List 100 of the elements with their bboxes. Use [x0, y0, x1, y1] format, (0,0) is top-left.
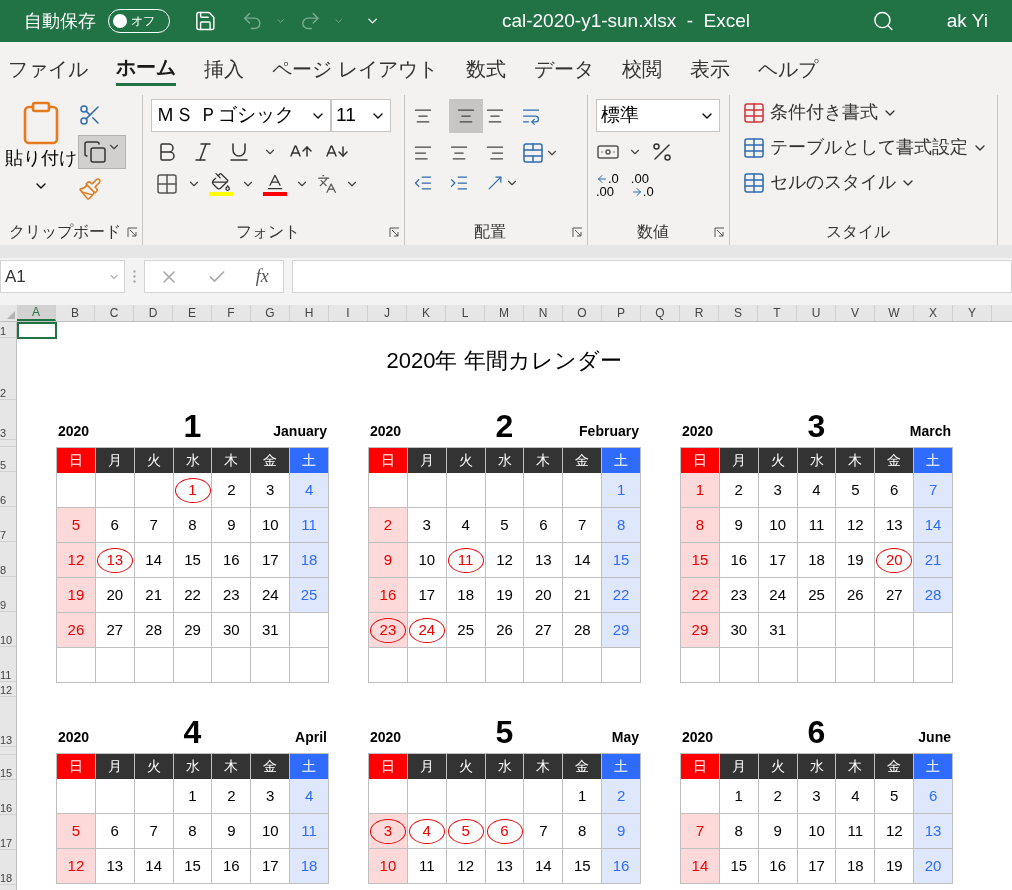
column-header[interactable]: G: [251, 305, 290, 321]
row-header[interactable]: 2: [0, 388, 7, 399]
row-header[interactable]: 13: [0, 735, 13, 746]
column-header[interactable]: U: [797, 305, 836, 321]
column-header[interactable]: L: [446, 305, 485, 321]
row-header[interactable]: 10: [0, 635, 13, 646]
column-header[interactable]: Y: [953, 305, 992, 321]
column-header[interactable]: H: [290, 305, 329, 321]
row-header[interactable]: 1: [0, 326, 7, 337]
column-header[interactable]: K: [407, 305, 446, 321]
merge-cells-icon[interactable]: [521, 141, 545, 165]
ribbon-tab[interactable]: ホーム: [116, 51, 176, 86]
row-header[interactable]: 8: [0, 565, 7, 576]
weekday-header: 日: [57, 754, 96, 779]
dialog-launcher-icon[interactable]: [389, 227, 400, 238]
column-header[interactable]: P: [602, 305, 641, 321]
column-header[interactable]: F: [212, 305, 251, 321]
weekday-header: 金: [251, 754, 291, 779]
row-header[interactable]: 16: [0, 803, 13, 814]
insert-function-button[interactable]: fx: [255, 263, 269, 290]
weekday-header: 日: [369, 448, 408, 473]
weekday-header: 木: [836, 448, 876, 473]
percent-icon[interactable]: [650, 140, 674, 164]
column-header[interactable]: N: [524, 305, 563, 321]
column-header[interactable]: C: [95, 305, 134, 321]
day-number: 14: [144, 855, 163, 876]
column-header[interactable]: S: [719, 305, 758, 321]
column-header[interactable]: M: [485, 305, 524, 321]
ribbon-tab[interactable]: 数式: [465, 51, 506, 86]
day-number: 21: [572, 584, 592, 605]
underline-icon[interactable]: [227, 140, 251, 164]
copy-icon[interactable]: [83, 140, 107, 164]
dialog-launcher-icon[interactable]: [714, 227, 725, 238]
column-header[interactable]: I: [329, 305, 368, 321]
weekday-header: 日: [369, 754, 408, 779]
name-box[interactable]: A1: [0, 260, 125, 293]
dialog-launcher-icon[interactable]: [572, 227, 583, 238]
phonetic-guide-icon[interactable]: [317, 174, 337, 194]
row-header[interactable]: 3: [0, 428, 7, 439]
row-header[interactable]: 15: [0, 768, 13, 779]
weekday-header: 月: [407, 754, 447, 779]
column-header[interactable]: B: [56, 305, 95, 321]
drag-handle-icon[interactable]: [133, 270, 136, 283]
day-number: 14: [534, 855, 553, 876]
day-number: 26: [846, 584, 865, 605]
font-name-field[interactable]: ＭＳ Ｐゴシック: [151, 99, 331, 132]
format-painter-icon[interactable]: [78, 177, 102, 201]
ribbon-tab[interactable]: ヘルプ: [757, 51, 818, 86]
column-header[interactable]: V: [836, 305, 875, 321]
column-header[interactable]: J: [368, 305, 407, 321]
day-number: 12: [495, 549, 514, 570]
decimal-label: .0: [642, 185, 654, 198]
fill-color-icon[interactable]: [209, 172, 233, 196]
column-header[interactable]: A: [17, 305, 56, 321]
ribbon-tab[interactable]: ファイル: [8, 51, 88, 86]
day-number: 26: [66, 619, 86, 640]
borders-icon[interactable]: [155, 172, 179, 196]
cut-icon[interactable]: [78, 103, 102, 127]
formula-field[interactable]: [292, 260, 1012, 293]
column-header[interactable]: T: [758, 305, 797, 321]
weekday-header: 火: [446, 448, 486, 473]
day-number: 26: [495, 619, 514, 640]
weekday-header: 金: [875, 448, 915, 473]
ribbon-tab[interactable]: 校閲: [621, 51, 662, 86]
row-header[interactable]: 17: [0, 838, 13, 849]
column-header[interactable]: O: [563, 305, 602, 321]
day-number: 5: [850, 479, 861, 500]
weekday-header: 月: [95, 754, 135, 779]
row-header[interactable]: 9: [0, 600, 7, 611]
row-header[interactable]: 18: [0, 873, 13, 884]
style-button[interactable]: 条件付き書式: [742, 99, 989, 126]
column-header[interactable]: D: [134, 305, 173, 321]
save-icon[interactable]: [194, 9, 217, 33]
font-size-field[interactable]: 11: [331, 99, 391, 132]
table-icon: [742, 100, 766, 125]
column-header[interactable]: R: [680, 305, 719, 321]
font-color-icon[interactable]: [263, 172, 287, 196]
weekday-header: 水: [797, 448, 837, 473]
column-header[interactable]: Q: [641, 305, 680, 321]
column-header[interactable]: W: [875, 305, 914, 321]
row-header[interactable]: 12: [0, 685, 13, 696]
row-header[interactable]: 6: [0, 495, 7, 506]
number-format-field[interactable]: 標準: [596, 99, 720, 132]
style-button[interactable]: テーブルとして書式設定: [742, 134, 989, 161]
decrease-decimal-button[interactable]: .00 .0: [630, 172, 654, 198]
row-header[interactable]: 5: [0, 460, 7, 471]
search-icon[interactable]: [872, 9, 895, 33]
ribbon-tab[interactable]: データ: [533, 51, 594, 86]
column-header[interactable]: E: [173, 305, 212, 321]
row-header[interactable]: 7: [0, 530, 7, 541]
ribbon-tab[interactable]: 挿入: [204, 51, 244, 86]
row-header[interactable]: 11: [0, 670, 12, 681]
ribbon-tab[interactable]: 表示: [689, 51, 730, 86]
day-number: 8: [733, 820, 744, 841]
style-button[interactable]: セルのスタイル: [742, 169, 989, 196]
day-number: 1: [187, 785, 198, 806]
ribbon-tab[interactable]: ページ レイアウト: [272, 51, 438, 86]
increase-decimal-button[interactable]: .0 .00: [596, 172, 619, 198]
column-header[interactable]: X: [914, 305, 953, 321]
dialog-launcher-icon[interactable]: [127, 227, 138, 238]
